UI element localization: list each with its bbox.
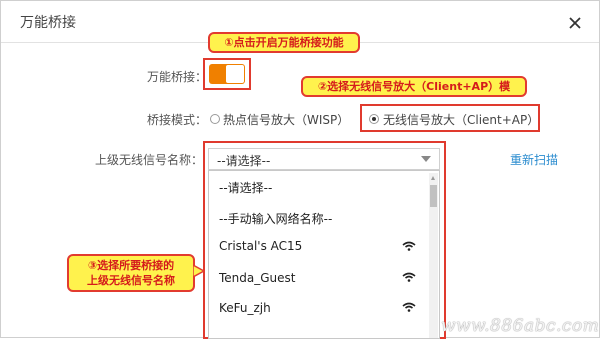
scrollbar-thumb[interactable] [430, 185, 437, 207]
watermark: www.886abc.com [441, 316, 600, 336]
bridge-toggle[interactable] [209, 64, 245, 84]
radio-wisp[interactable] [210, 114, 220, 124]
select-value: --请选择-- [217, 154, 271, 168]
callout-pointer-icon [193, 264, 205, 278]
bridge-label: 万能桥接： [147, 70, 208, 84]
upstream-dropdown-list: --请选择-- --手动输入网络名称-- Cristal's AC15 Tend… [208, 170, 440, 339]
list-item[interactable]: Cristal's AC15 [219, 239, 302, 253]
list-item[interactable]: Tenda_Guest [219, 271, 296, 285]
wifi-icon [402, 241, 416, 251]
rescan-link[interactable]: 重新扫描 [510, 151, 558, 168]
upstream-select[interactable]: --请选择-- [208, 148, 440, 170]
radio-client-ap-label: 无线信号放大（Client+AP） [383, 113, 540, 127]
radio-client-ap[interactable] [369, 114, 379, 124]
wifi-icon [402, 272, 416, 282]
wifi-icon [402, 302, 416, 312]
list-item[interactable]: --手动输入网络名称-- [219, 210, 332, 227]
dropdown-scrollbar[interactable] [429, 173, 438, 338]
list-item[interactable]: --请选择-- [219, 179, 272, 196]
bridge-dialog: 万能桥接 万能桥接： ①点击开启万能桥接功能 ②选择无线信号放大（Client+… [0, 0, 600, 339]
toggle-knob [226, 65, 244, 83]
upstream-label: 上级无线信号名称： [95, 153, 204, 167]
mode-label: 桥接模式： [147, 113, 208, 127]
annotation-step3-line1: ③选择所要桥接的 [87, 259, 175, 272]
annotation-step1: ①点击开启万能桥接功能 [208, 32, 360, 53]
chevron-down-icon [421, 156, 431, 162]
annotation-step3-line2: 上级无线信号名称 [87, 274, 175, 287]
radio-wisp-label: 热点信号放大（WISP） [223, 113, 350, 127]
close-icon[interactable] [567, 15, 583, 31]
list-item[interactable]: KeFu_zjh [219, 301, 271, 315]
annotation-step2: ②选择无线信号放大（Client+AP）模 [301, 76, 527, 97]
scroll-up-icon [431, 176, 435, 180]
annotation-step3: ③选择所要桥接的 上级无线信号名称 [67, 254, 195, 292]
dialog-title: 万能桥接 [20, 15, 76, 31]
